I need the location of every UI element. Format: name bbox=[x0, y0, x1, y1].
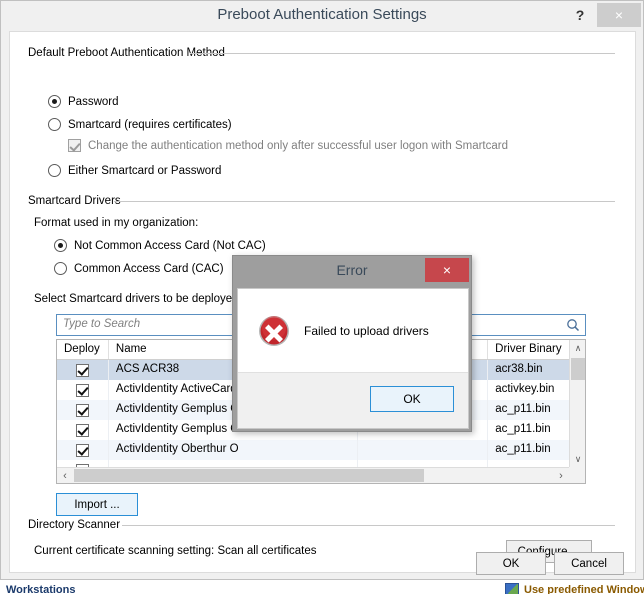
error-dialog-body: Failed to upload drivers OK bbox=[237, 288, 469, 429]
radio-cac-label: Common Access Card (CAC) bbox=[74, 262, 224, 275]
vertical-scroll-thumb[interactable] bbox=[571, 358, 585, 380]
background-right-label: Use predefined Windows recommended bbox=[524, 583, 644, 594]
windows-policy-icon bbox=[505, 583, 519, 594]
scroll-down-icon[interactable]: ∨ bbox=[570, 451, 585, 467]
row-name-cell: ActivIdentity Oberthur O bbox=[109, 440, 359, 460]
drivers-group-legend: Smartcard Drivers bbox=[28, 195, 127, 207]
error-message-text: Failed to upload drivers bbox=[304, 324, 429, 338]
auth-group-line bbox=[190, 53, 615, 54]
radio-smartcard[interactable]: Smartcard (requires certificates) bbox=[48, 118, 232, 131]
table-row[interactable]: ActivIdentity Oberthur O ac_p11.bin bbox=[57, 440, 585, 460]
page-title: Preboot Authentication Settings bbox=[217, 6, 427, 23]
checkbox-change-auth-method-label: Change the authentication method only af… bbox=[88, 139, 508, 152]
scanner-group-line bbox=[122, 525, 615, 526]
background-right-item: Use predefined Windows recommended bbox=[505, 583, 644, 594]
column-header-deploy[interactable]: Deploy bbox=[57, 340, 109, 359]
row-deploy-cell[interactable] bbox=[57, 420, 109, 440]
radio-either-label: Either Smartcard or Password bbox=[68, 164, 222, 177]
screen: Workstations Use predefined Windows reco… bbox=[0, 0, 644, 594]
error-ok-button[interactable]: OK bbox=[370, 386, 454, 412]
row-deploy-cell[interactable] bbox=[57, 360, 109, 380]
import-button[interactable]: Import ... bbox=[56, 493, 138, 516]
format-label: Format used in my organization: bbox=[34, 217, 199, 229]
error-message-row: Failed to upload drivers bbox=[238, 289, 468, 373]
row-deploy-checkbox[interactable] bbox=[75, 423, 89, 437]
scroll-left-icon[interactable]: ‹ bbox=[57, 468, 73, 483]
radio-either-smartcard-or-password[interactable]: Either Smartcard or Password bbox=[48, 164, 221, 177]
background-left-label: Workstations bbox=[6, 584, 76, 594]
scroll-up-icon[interactable]: ∧ bbox=[570, 340, 585, 356]
row-deploy-checkbox[interactable] bbox=[75, 383, 89, 397]
radio-not-cac-indicator bbox=[54, 239, 67, 252]
row-deploy-cell[interactable] bbox=[57, 400, 109, 420]
drivers-group-line bbox=[114, 201, 615, 202]
radio-password-indicator bbox=[48, 95, 61, 108]
row-deploy-cell[interactable] bbox=[57, 380, 109, 400]
error-dialog-footer: OK bbox=[238, 372, 468, 428]
search-placeholder: Type to Search bbox=[63, 318, 141, 330]
radio-password-label: Password bbox=[68, 95, 119, 108]
scanner-group-legend: Directory Scanner bbox=[28, 519, 127, 531]
row-deploy-checkbox[interactable] bbox=[75, 403, 89, 417]
help-icon[interactable]: ? bbox=[565, 1, 595, 29]
row-deploy-cell[interactable] bbox=[57, 440, 109, 460]
radio-smartcard-indicator bbox=[48, 118, 61, 131]
scrollbar-corner bbox=[569, 467, 585, 483]
row-deploy-checkbox[interactable] bbox=[75, 443, 89, 457]
radio-not-cac-label: Not Common Access Card (Not CAC) bbox=[74, 239, 266, 252]
error-dialog: Error × Failed to upload drivers OK bbox=[232, 255, 472, 432]
search-icon[interactable] bbox=[566, 318, 580, 332]
horizontal-scroll-thumb[interactable] bbox=[74, 469, 424, 482]
cancel-button[interactable]: Cancel bbox=[554, 552, 624, 575]
row-version-cell bbox=[358, 440, 489, 460]
select-drivers-label: Select Smartcard drivers to be deployed: bbox=[34, 293, 242, 305]
checkbox-change-auth-method[interactable]: Change the authentication method only af… bbox=[68, 139, 508, 152]
radio-not-cac[interactable]: Not Common Access Card (Not CAC) bbox=[54, 239, 266, 252]
scroll-right-icon[interactable]: › bbox=[553, 468, 569, 483]
radio-either-indicator bbox=[48, 164, 61, 177]
radio-cac-indicator bbox=[54, 262, 67, 275]
ok-button[interactable]: OK bbox=[476, 552, 546, 575]
table-vertical-scrollbar[interactable]: ∧ ∨ bbox=[569, 340, 585, 467]
title-bar: Preboot Authentication Settings ? × bbox=[1, 1, 643, 31]
error-dialog-close-icon[interactable]: × bbox=[425, 258, 469, 282]
radio-cac[interactable]: Common Access Card (CAC) bbox=[54, 262, 224, 275]
radio-smartcard-label: Smartcard (requires certificates) bbox=[68, 118, 232, 131]
checkbox-change-auth-method-indicator bbox=[68, 139, 81, 152]
error-x-icon bbox=[259, 316, 289, 346]
radio-password[interactable]: Password bbox=[48, 95, 119, 108]
scanner-status: Current certificate scanning setting: Sc… bbox=[34, 545, 317, 557]
table-horizontal-scrollbar[interactable]: ‹ › bbox=[57, 467, 585, 483]
close-icon[interactable]: × bbox=[597, 3, 641, 27]
row-deploy-checkbox[interactable] bbox=[75, 363, 89, 377]
